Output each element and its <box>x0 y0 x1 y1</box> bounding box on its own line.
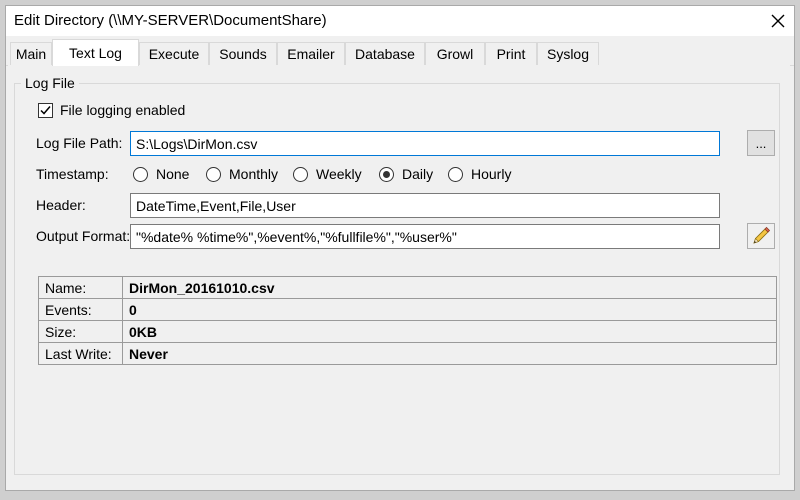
table-row: Size: 0KB <box>38 320 777 343</box>
tab-database[interactable]: Database <box>345 42 425 65</box>
tab-label: Database <box>355 46 415 62</box>
table-row: Events: 0 <box>38 298 777 321</box>
pencil-icon <box>753 226 771 244</box>
output-format-input[interactable] <box>130 224 720 249</box>
tab-emailer[interactable]: Emailer <box>277 42 345 65</box>
output-format-label: Output Format: <box>36 228 131 244</box>
tab-text-log[interactable]: Text Log <box>52 39 139 66</box>
info-value: 0KB <box>122 320 777 343</box>
tab-execute[interactable]: Execute <box>139 42 209 65</box>
info-key: Size: <box>38 320 123 343</box>
timestamp-option-weekly: Weekly <box>316 166 362 182</box>
tab-label: Syslog <box>546 46 590 62</box>
timestamp-radio-daily[interactable] <box>379 167 394 182</box>
window-title: Edit Directory (\\MY-SERVER\DocumentShar… <box>14 12 327 29</box>
header-input[interactable] <box>130 193 720 218</box>
info-value: DirMon_20161010.csv <box>122 276 777 299</box>
tab-label: Text Log <box>69 45 122 61</box>
checkmark-icon <box>40 106 51 115</box>
title-bar: Edit Directory (\\MY-SERVER\DocumentShar… <box>6 6 794 36</box>
timestamp-option-none: None <box>156 166 190 182</box>
tab-sounds[interactable]: Sounds <box>209 42 277 65</box>
timestamp-radio-none[interactable] <box>133 167 148 182</box>
edit-format-button[interactable] <box>747 223 775 249</box>
timestamp-option-hourly: Hourly <box>471 166 512 182</box>
timestamp-radio-weekly[interactable] <box>293 167 308 182</box>
browse-label: ... <box>755 135 767 151</box>
close-button[interactable] <box>764 8 792 34</box>
tab-label: Sounds <box>219 46 267 62</box>
tab-label: Print <box>496 46 526 62</box>
timestamp-radio-monthly[interactable] <box>206 167 221 182</box>
tab-label: Emailer <box>287 46 335 62</box>
edit-directory-window: Edit Directory (\\MY-SERVER\DocumentShar… <box>6 6 794 490</box>
tab-growl[interactable]: Growl <box>425 42 485 65</box>
header-label: Header: <box>36 197 86 213</box>
log-file-legend: Log File <box>25 75 75 91</box>
log-file-path-input[interactable] <box>130 131 720 156</box>
timestamp-option-daily: Daily <box>402 166 434 182</box>
info-key: Name: <box>38 276 123 299</box>
timestamp-option-monthly: Monthly <box>229 166 279 182</box>
log-file-path-label: Log File Path: <box>36 135 123 151</box>
table-row: Last Write: Never <box>38 342 777 365</box>
close-icon <box>771 14 785 28</box>
info-value: 0 <box>122 298 777 321</box>
log-file-info-table: Name: DirMon_20161010.csv Events: 0 Size… <box>38 276 777 365</box>
tab-label: Execute <box>148 46 200 62</box>
info-key: Last Write: <box>38 342 123 365</box>
tab-syslog[interactable]: Syslog <box>537 42 599 65</box>
info-value: Never <box>122 342 777 365</box>
file-logging-label: File logging enabled <box>60 102 186 118</box>
tab-strip: Main Text Log Execute Sounds Emailer Dat… <box>6 39 794 66</box>
info-key: Events: <box>38 298 123 321</box>
file-logging-checkbox[interactable] <box>38 103 53 118</box>
browse-button[interactable]: ... <box>747 130 775 156</box>
timestamp-radio-hourly[interactable] <box>448 167 463 182</box>
timestamp-label: Timestamp: <box>36 166 109 182</box>
tab-main[interactable]: Main <box>10 42 52 65</box>
tab-label: Growl <box>436 46 474 62</box>
text-log-panel: Log File File logging enabled Log File P… <box>8 65 790 488</box>
table-row: Name: DirMon_20161010.csv <box>38 276 777 299</box>
tab-label: Main <box>15 46 47 62</box>
tab-print[interactable]: Print <box>485 42 537 65</box>
